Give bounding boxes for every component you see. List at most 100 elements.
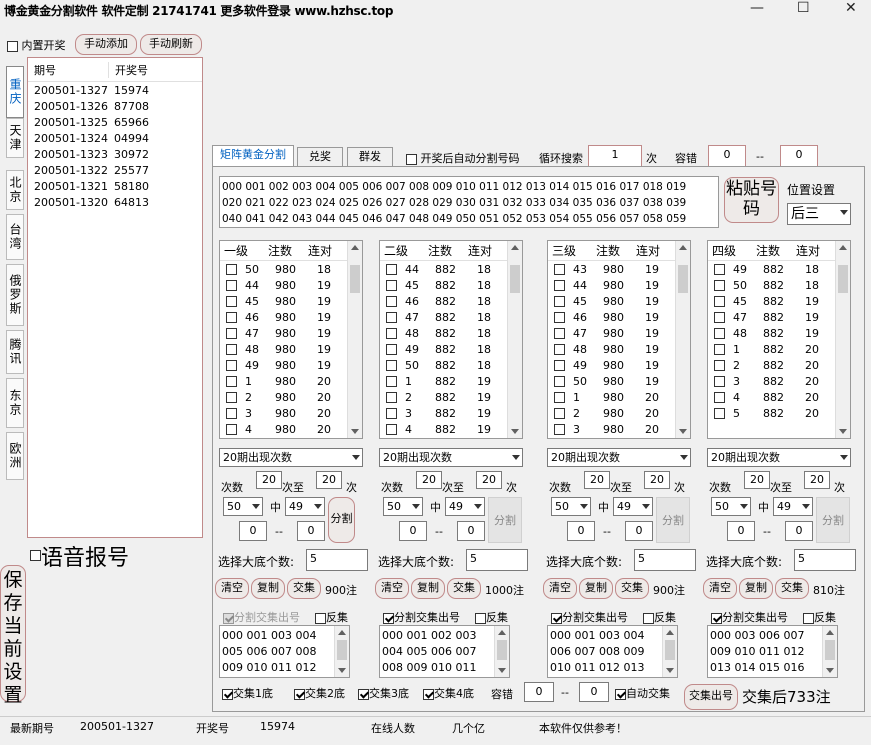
times-to-input[interactable]: 20 [644,471,670,489]
period-select[interactable]: 20期出现次数 [379,448,523,467]
base-count-input[interactable]: 5 [306,549,368,571]
period-select[interactable]: 20期出现次数 [547,448,691,467]
row-checkbox[interactable] [386,327,397,339]
builtin-draw-checkbox[interactable]: 内置开奖 [7,37,66,53]
bottom-tolerance-to[interactable]: 0 [579,682,609,702]
range-to-input[interactable]: 0 [457,521,485,541]
level-row[interactable]: 1 980 20 [220,373,362,389]
scroll-thumb[interactable] [350,265,360,293]
clear-button[interactable]: 清空 [375,578,409,599]
row-checkbox[interactable] [554,359,565,371]
times-from-input[interactable]: 20 [744,471,770,489]
base-count-input[interactable]: 5 [634,549,696,571]
level-scrollbar[interactable] [835,241,850,438]
scroll-down-icon[interactable] [511,429,519,434]
row-checkbox[interactable] [554,263,565,275]
tolerance-to-input[interactable]: 0 [780,145,818,167]
level-row[interactable]: 47 882 18 [380,309,522,325]
row-checkbox[interactable] [554,391,565,403]
split-cross-checkbox[interactable]: 分割交集出号 [383,609,460,625]
level-row[interactable]: 1 882 19 [380,373,522,389]
draw-row[interactable]: 200501-1327 15974 [28,82,202,98]
scroll-down-icon[interactable] [338,668,346,673]
draw-row[interactable]: 200501-1323 30972 [28,146,202,162]
tab-matrix-split[interactable]: 矩阵黄金分割 [212,145,294,167]
level-row[interactable]: 5 882 20 [708,405,850,421]
row-checkbox[interactable] [226,407,237,419]
level-row[interactable]: 3 980 20 [220,405,362,421]
level-row[interactable]: 3 882 19 [380,405,522,421]
voice-report-checkbox[interactable]: 语音报号 [30,540,129,572]
copy-button[interactable]: 复制 [411,578,445,599]
row-checkbox[interactable] [226,279,237,291]
clear-button[interactable]: 清空 [215,578,249,599]
level-row[interactable]: 45 980 19 [548,293,690,309]
manual-add-button[interactable]: 手动添加 [75,34,137,55]
times-to-input[interactable]: 20 [316,471,342,489]
maximize-button[interactable]: ☐ [797,0,810,16]
level-row[interactable]: 2 882 20 [708,357,850,373]
level-row[interactable]: 4 882 20 [708,389,850,405]
cross-button[interactable]: 交集 [615,578,649,599]
draw-row[interactable]: 200501-1325 65966 [28,114,202,130]
scroll-up-icon[interactable] [679,245,687,250]
draw-row[interactable]: 200501-1321 58180 [28,178,202,194]
times-to-input[interactable]: 20 [476,471,502,489]
level-row[interactable]: 1 980 20 [548,389,690,405]
level-row[interactable]: 2 882 19 [380,389,522,405]
level-row[interactable]: 47 980 19 [220,325,362,341]
level-row[interactable]: 43 980 19 [548,261,690,277]
reverse-checkbox[interactable]: 反集 [803,609,836,625]
reverse-checkbox[interactable]: 反集 [315,609,348,625]
level-row[interactable]: 44 882 18 [380,261,522,277]
scroll-up-icon[interactable] [338,630,346,635]
select-a[interactable]: 50 [711,497,751,516]
row-checkbox[interactable] [554,407,565,419]
loop-search-input[interactable]: 1 [588,145,642,167]
cross-scrollbar[interactable] [822,626,837,677]
split-cross-check[interactable] [383,612,394,624]
level-row[interactable]: 49 980 19 [548,357,690,373]
cross-textarea[interactable]: 000 001 002 003 004 005 006 007 008 009 01… [379,625,510,678]
level-row[interactable]: 44 980 19 [548,277,690,293]
row-checkbox[interactable] [386,391,397,403]
scroll-up-icon[interactable] [498,630,506,635]
row-checkbox[interactable] [554,327,565,339]
paste-numbers-button[interactable]: 粘贴号码 [724,177,779,223]
scroll-down-icon[interactable] [666,668,674,673]
position-select[interactable]: 后三 [787,203,851,225]
side-tab-6[interactable]: 东京 [6,378,24,428]
level-row[interactable]: 50 882 18 [708,277,850,293]
level-scrollbar[interactable] [507,241,522,438]
base-count-input[interactable]: 5 [466,549,528,571]
tolerance-from-input[interactable]: 0 [708,145,746,167]
minimize-button[interactable]: — [750,0,764,16]
cross4-checkbox[interactable]: 交集4底 [423,685,474,701]
level-row[interactable]: 45 882 19 [708,293,850,309]
scroll-up-icon[interactable] [839,245,847,250]
cross-scrollbar[interactable] [334,626,349,677]
period-select[interactable]: 20期出现次数 [707,448,851,467]
times-to-input[interactable]: 20 [804,471,830,489]
level-row[interactable]: 49 980 19 [220,357,362,373]
row-checkbox[interactable] [554,279,565,291]
level-row[interactable]: 2 980 20 [548,405,690,421]
level-row[interactable]: 46 980 19 [220,309,362,325]
level-row[interactable]: 45 980 19 [220,293,362,309]
reverse-check[interactable] [315,612,326,624]
base-count-input[interactable]: 5 [794,549,856,571]
row-checkbox[interactable] [226,391,237,403]
scroll-down-icon[interactable] [826,668,834,673]
level-row[interactable]: 1 882 20 [708,341,850,357]
row-checkbox[interactable] [226,327,237,339]
scroll-thumb[interactable] [497,640,507,660]
times-from-input[interactable]: 20 [416,471,442,489]
side-tab-5[interactable]: 腾讯 [6,330,24,374]
manual-refresh-button[interactable]: 手动刷新 [140,34,202,55]
level-row[interactable]: 46 980 19 [548,309,690,325]
side-tab-0[interactable]: 重庆 [6,66,24,118]
row-checkbox[interactable] [714,407,725,419]
cross3-checkbox[interactable]: 交集3底 [358,685,409,701]
scroll-thumb[interactable] [337,640,347,660]
copy-button[interactable]: 复制 [739,578,773,599]
